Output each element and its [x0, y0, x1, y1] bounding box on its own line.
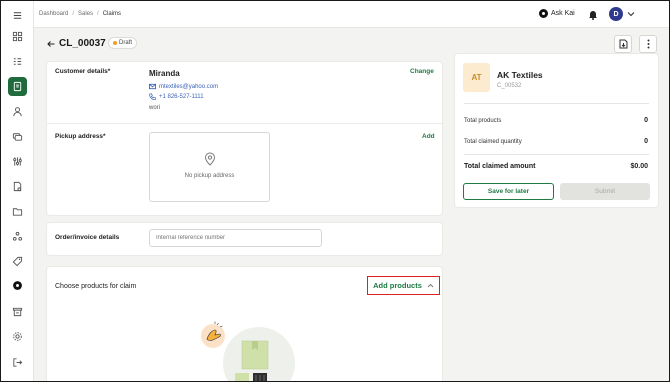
location-pin-icon — [204, 152, 216, 166]
customer-phone-text: +1 826-527-1111 — [159, 93, 204, 100]
menu-icon[interactable] — [8, 6, 27, 25]
more-vertical-icon — [647, 39, 649, 49]
page-title: CL_00037 — [59, 38, 106, 49]
dashboard-icon[interactable] — [8, 27, 27, 46]
status-dot — [113, 41, 117, 45]
customer-name: Miranda — [149, 69, 180, 78]
coins-icon[interactable] — [8, 127, 27, 146]
bell-icon[interactable] — [588, 9, 598, 20]
customer-note: wori — [149, 105, 161, 111]
kai-icon[interactable] — [8, 276, 27, 295]
total-products-value: 0 — [644, 117, 648, 124]
breadcrumb-separator: / — [97, 11, 99, 17]
reference-number-input[interactable] — [149, 229, 322, 247]
cart-icon[interactable] — [8, 177, 27, 196]
vendor-name: AK Textiles — [497, 70, 543, 80]
save-for-later-button[interactable]: Save for later — [463, 183, 554, 200]
status-label: Draft — [119, 40, 133, 46]
settings-icon[interactable] — [8, 327, 27, 346]
total-amount-value: $0.00 — [630, 163, 648, 170]
user-icon[interactable] — [8, 102, 27, 121]
network-icon[interactable] — [8, 227, 27, 246]
breadcrumb-dashboard[interactable]: Dashboard — [39, 11, 68, 17]
phone-icon — [149, 93, 156, 100]
pickup-address-box[interactable]: No pickup address — [149, 132, 270, 202]
sidebar — [1, 1, 34, 381]
total-amount-label: Total claimed amount — [464, 163, 536, 170]
logout-icon[interactable] — [8, 353, 27, 372]
customer-phone: +1 826-527-1111 — [149, 93, 204, 100]
breadcrumb-current: Claims — [102, 11, 122, 17]
status-badge: Draft — [108, 37, 138, 49]
chevron-up-icon — [427, 283, 434, 288]
claims-icon[interactable] — [8, 77, 27, 96]
app-frame: Dashboard / Sales / Claims Ask Kai D CL_… — [0, 0, 670, 382]
download-file-icon — [619, 39, 627, 49]
choose-products-label: Choose products for claim — [55, 283, 137, 290]
vendor-code: C_00532 — [497, 83, 522, 89]
no-pickup-text: No pickup address — [184, 173, 235, 179]
breadcrumb-sales[interactable]: Sales — [78, 11, 93, 17]
customer-email-text: mtextiles@yahoo.com — [159, 83, 219, 90]
breadcrumb: Dashboard / Sales / Claims — [39, 11, 121, 17]
empty-products-illustration — [201, 321, 295, 381]
ask-kai-label: Ask Kai — [551, 10, 575, 17]
kai-logo-icon — [539, 9, 548, 18]
sliders-icon[interactable] — [8, 152, 27, 171]
mail-icon — [149, 83, 156, 90]
total-quantity-value: 0 — [644, 138, 648, 145]
change-customer-link[interactable]: Change — [410, 68, 434, 75]
divider — [464, 103, 649, 104]
store-icon[interactable] — [8, 302, 27, 321]
more-options-button[interactable] — [639, 35, 657, 53]
add-pickup-link[interactable]: Add — [422, 133, 435, 140]
avatar[interactable]: D — [609, 7, 623, 21]
ask-kai-button[interactable]: Ask Kai — [539, 9, 575, 18]
add-products-button[interactable]: Add products — [367, 276, 440, 295]
pickup-address-label: Pickup address* — [55, 133, 106, 140]
total-products-label: Total products — [464, 118, 502, 124]
list-icon[interactable] — [8, 52, 27, 71]
breadcrumb-separator: / — [72, 11, 75, 17]
add-products-label: Add products — [373, 281, 422, 290]
vendor-avatar: AT — [463, 63, 490, 92]
tag-icon[interactable] — [8, 252, 27, 271]
divider — [46, 123, 443, 124]
total-quantity-label: Total claimed quantity — [464, 139, 522, 145]
divider — [464, 154, 649, 155]
customer-email: mtextiles@yahoo.com — [149, 83, 218, 90]
folder-icon[interactable] — [8, 202, 27, 221]
order-invoice-label: Order/invoice details — [55, 234, 120, 241]
back-arrow-icon[interactable] — [47, 41, 55, 47]
submit-button[interactable]: Submit — [560, 183, 650, 200]
download-button[interactable] — [614, 35, 632, 53]
chevron-down-icon[interactable] — [627, 11, 635, 17]
customer-details-label: Customer details* — [55, 68, 111, 75]
